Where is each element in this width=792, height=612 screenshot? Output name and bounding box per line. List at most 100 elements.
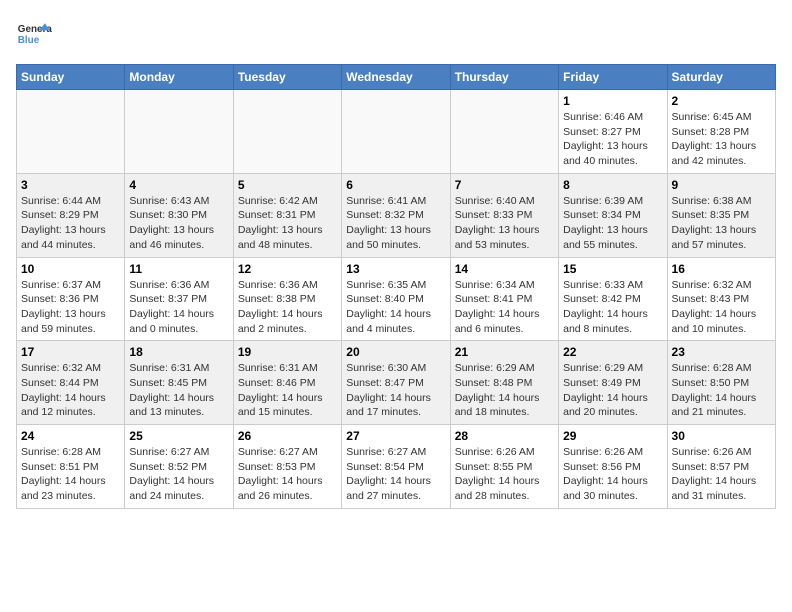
calendar-day-cell: 20 Sunrise: 6:30 AM Sunset: 8:47 PM Dayli… xyxy=(342,341,450,425)
day-number: 26 xyxy=(238,429,337,443)
calendar-day-cell: 25 Sunrise: 6:27 AM Sunset: 8:52 PM Dayli… xyxy=(125,425,233,509)
day-info: Sunrise: 6:29 AM Sunset: 8:48 PM Dayligh… xyxy=(455,361,554,420)
day-info: Sunrise: 6:26 AM Sunset: 8:56 PM Dayligh… xyxy=(563,445,662,504)
day-number: 1 xyxy=(563,94,662,108)
weekday-header: Thursday xyxy=(450,65,558,90)
day-number: 22 xyxy=(563,345,662,359)
calendar-day-cell: 28 Sunrise: 6:26 AM Sunset: 8:55 PM Dayli… xyxy=(450,425,558,509)
calendar-day-cell: 27 Sunrise: 6:27 AM Sunset: 8:54 PM Dayli… xyxy=(342,425,450,509)
day-number: 9 xyxy=(672,178,771,192)
day-info: Sunrise: 6:26 AM Sunset: 8:55 PM Dayligh… xyxy=(455,445,554,504)
calendar-day-cell: 1 Sunrise: 6:46 AM Sunset: 8:27 PM Daylig… xyxy=(559,90,667,174)
weekday-header: Monday xyxy=(125,65,233,90)
day-number: 23 xyxy=(672,345,771,359)
calendar-day-cell: 17Sunrise: 6:32 AM Sunset: 8:44 PM Dayli… xyxy=(17,341,125,425)
day-info: Sunrise: 6:45 AM Sunset: 8:28 PM Dayligh… xyxy=(672,110,771,169)
calendar-day-cell: 3 Sunrise: 6:44 AM Sunset: 8:29 PM Daylig… xyxy=(17,173,125,257)
day-number: 27 xyxy=(346,429,445,443)
day-number: 8 xyxy=(563,178,662,192)
calendar-day-cell: 5 Sunrise: 6:42 AM Sunset: 8:31 PM Daylig… xyxy=(233,173,341,257)
day-info: Sunrise: 6:34 AM Sunset: 8:41 PM Dayligh… xyxy=(455,278,554,337)
day-number: 15 xyxy=(563,262,662,276)
day-number: 11 xyxy=(129,262,228,276)
calendar-day-cell: 2Sunrise: 6:45 AM Sunset: 8:28 PM Daylig… xyxy=(667,90,775,174)
svg-text:Blue: Blue xyxy=(18,35,40,46)
day-info: Sunrise: 6:27 AM Sunset: 8:52 PM Dayligh… xyxy=(129,445,228,504)
day-number: 5 xyxy=(238,178,337,192)
day-info: Sunrise: 6:39 AM Sunset: 8:34 PM Dayligh… xyxy=(563,194,662,253)
weekday-header: Wednesday xyxy=(342,65,450,90)
calendar-day-cell: 21 Sunrise: 6:29 AM Sunset: 8:48 PM Dayli… xyxy=(450,341,558,425)
day-number: 12 xyxy=(238,262,337,276)
calendar-day-cell: 24 Sunrise: 6:28 AM Sunset: 8:51 PM Dayli… xyxy=(17,425,125,509)
day-info: Sunrise: 6:32 AM Sunset: 8:44 PM Dayligh… xyxy=(21,361,120,420)
day-info: Sunrise: 6:44 AM Sunset: 8:29 PM Dayligh… xyxy=(21,194,120,253)
calendar-day-cell: 30Sunrise: 6:26 AM Sunset: 8:57 PM Dayli… xyxy=(667,425,775,509)
day-number: 7 xyxy=(455,178,554,192)
day-info: Sunrise: 6:36 AM Sunset: 8:38 PM Dayligh… xyxy=(238,278,337,337)
calendar-day-cell: 15 Sunrise: 6:33 AM Sunset: 8:42 PM Dayli… xyxy=(559,257,667,341)
calendar-day-cell: 19Sunrise: 6:31 AM Sunset: 8:46 PM Dayli… xyxy=(233,341,341,425)
day-number: 29 xyxy=(563,429,662,443)
day-info: Sunrise: 6:36 AM Sunset: 8:37 PM Dayligh… xyxy=(129,278,228,337)
calendar-day-cell: 16 Sunrise: 6:32 AM Sunset: 8:43 PM Dayli… xyxy=(667,257,775,341)
calendar-table: SundayMondayTuesdayWednesdayThursdayFrid… xyxy=(16,64,776,509)
day-number: 3 xyxy=(21,178,120,192)
calendar-week-row: 3 Sunrise: 6:44 AM Sunset: 8:29 PM Daylig… xyxy=(17,173,776,257)
calendar-day-cell: 6Sunrise: 6:41 AM Sunset: 8:32 PM Daylig… xyxy=(342,173,450,257)
logo: General Blue xyxy=(16,16,52,52)
day-number: 10 xyxy=(21,262,120,276)
day-info: Sunrise: 6:27 AM Sunset: 8:54 PM Dayligh… xyxy=(346,445,445,504)
day-info: Sunrise: 6:35 AM Sunset: 8:40 PM Dayligh… xyxy=(346,278,445,337)
weekday-header: Friday xyxy=(559,65,667,90)
calendar-day-cell xyxy=(342,90,450,174)
day-number: 21 xyxy=(455,345,554,359)
calendar-day-cell: 29 Sunrise: 6:26 AM Sunset: 8:56 PM Dayli… xyxy=(559,425,667,509)
calendar-day-cell: 8 Sunrise: 6:39 AM Sunset: 8:34 PM Daylig… xyxy=(559,173,667,257)
calendar-day-cell: 4 Sunrise: 6:43 AM Sunset: 8:30 PM Daylig… xyxy=(125,173,233,257)
day-number: 24 xyxy=(21,429,120,443)
calendar-week-row: 10 Sunrise: 6:37 AM Sunset: 8:36 PM Dayli… xyxy=(17,257,776,341)
calendar-header-row: SundayMondayTuesdayWednesdayThursdayFrid… xyxy=(17,65,776,90)
calendar-day-cell xyxy=(17,90,125,174)
day-number: 19 xyxy=(238,345,337,359)
day-info: Sunrise: 6:28 AM Sunset: 8:51 PM Dayligh… xyxy=(21,445,120,504)
day-info: Sunrise: 6:37 AM Sunset: 8:36 PM Dayligh… xyxy=(21,278,120,337)
day-number: 14 xyxy=(455,262,554,276)
day-info: Sunrise: 6:28 AM Sunset: 8:50 PM Dayligh… xyxy=(672,361,771,420)
calendar-week-row: 17Sunrise: 6:32 AM Sunset: 8:44 PM Dayli… xyxy=(17,341,776,425)
calendar-day-cell: 12 Sunrise: 6:36 AM Sunset: 8:38 PM Dayli… xyxy=(233,257,341,341)
calendar-day-cell xyxy=(450,90,558,174)
calendar-day-cell: 14 Sunrise: 6:34 AM Sunset: 8:41 PM Dayli… xyxy=(450,257,558,341)
day-number: 16 xyxy=(672,262,771,276)
weekday-header: Saturday xyxy=(667,65,775,90)
weekday-header: Tuesday xyxy=(233,65,341,90)
day-number: 18 xyxy=(129,345,228,359)
day-number: 25 xyxy=(129,429,228,443)
day-number: 13 xyxy=(346,262,445,276)
day-number: 20 xyxy=(346,345,445,359)
day-info: Sunrise: 6:32 AM Sunset: 8:43 PM Dayligh… xyxy=(672,278,771,337)
calendar-day-cell: 26Sunrise: 6:27 AM Sunset: 8:53 PM Dayli… xyxy=(233,425,341,509)
day-number: 4 xyxy=(129,178,228,192)
calendar-day-cell: 22 Sunrise: 6:29 AM Sunset: 8:49 PM Dayli… xyxy=(559,341,667,425)
calendar-body: 1 Sunrise: 6:46 AM Sunset: 8:27 PM Daylig… xyxy=(17,90,776,509)
page-header: General Blue xyxy=(16,16,776,52)
day-number: 6 xyxy=(346,178,445,192)
day-info: Sunrise: 6:29 AM Sunset: 8:49 PM Dayligh… xyxy=(563,361,662,420)
calendar-day-cell: 10 Sunrise: 6:37 AM Sunset: 8:36 PM Dayli… xyxy=(17,257,125,341)
day-info: Sunrise: 6:30 AM Sunset: 8:47 PM Dayligh… xyxy=(346,361,445,420)
calendar-day-cell: 13 Sunrise: 6:35 AM Sunset: 8:40 PM Dayli… xyxy=(342,257,450,341)
day-info: Sunrise: 6:33 AM Sunset: 8:42 PM Dayligh… xyxy=(563,278,662,337)
day-info: Sunrise: 6:26 AM Sunset: 8:57 PM Dayligh… xyxy=(672,445,771,504)
calendar-day-cell: 18Sunrise: 6:31 AM Sunset: 8:45 PM Dayli… xyxy=(125,341,233,425)
day-info: Sunrise: 6:40 AM Sunset: 8:33 PM Dayligh… xyxy=(455,194,554,253)
day-info: Sunrise: 6:46 AM Sunset: 8:27 PM Dayligh… xyxy=(563,110,662,169)
day-info: Sunrise: 6:42 AM Sunset: 8:31 PM Dayligh… xyxy=(238,194,337,253)
calendar-day-cell: 9Sunrise: 6:38 AM Sunset: 8:35 PM Daylig… xyxy=(667,173,775,257)
calendar-week-row: 24 Sunrise: 6:28 AM Sunset: 8:51 PM Dayli… xyxy=(17,425,776,509)
calendar-day-cell: 7 Sunrise: 6:40 AM Sunset: 8:33 PM Daylig… xyxy=(450,173,558,257)
day-number: 28 xyxy=(455,429,554,443)
weekday-header: Sunday xyxy=(17,65,125,90)
day-info: Sunrise: 6:43 AM Sunset: 8:30 PM Dayligh… xyxy=(129,194,228,253)
